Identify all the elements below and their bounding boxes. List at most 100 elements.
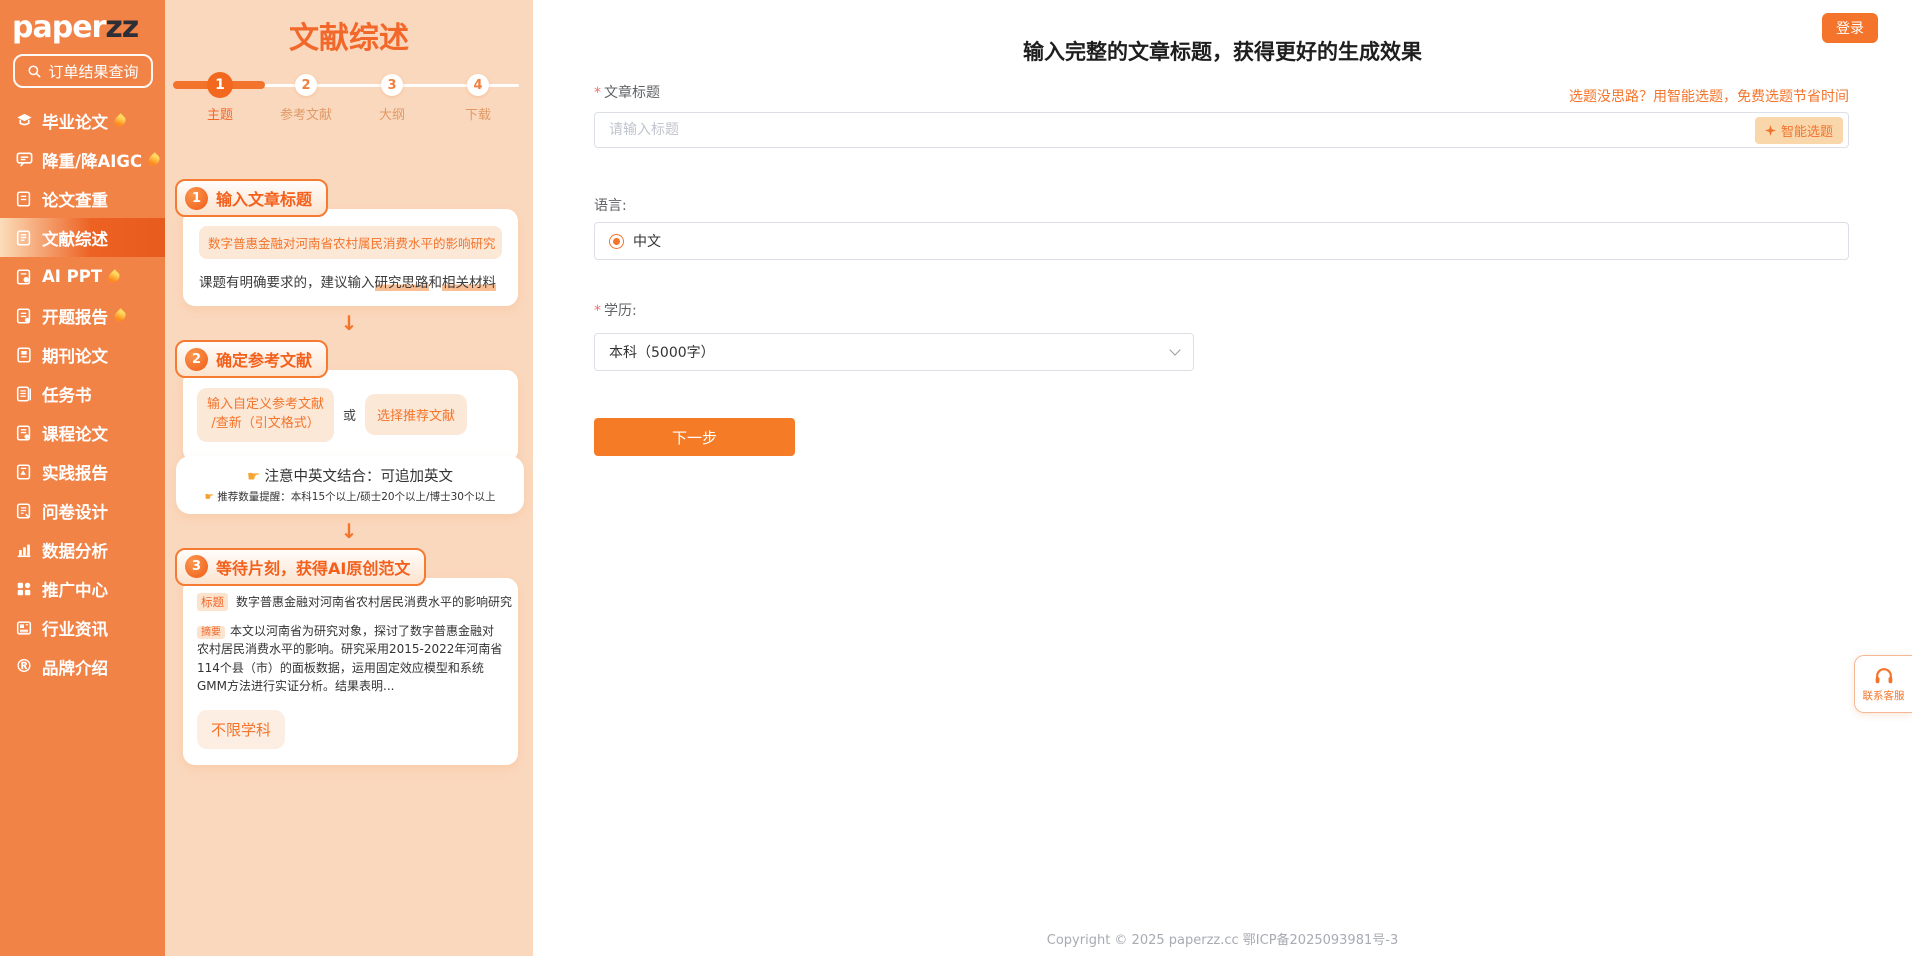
sidebar-item-reduce-aigc[interactable]: 降重/降AIGC xyxy=(0,140,165,179)
search-icon xyxy=(27,64,42,79)
guide-step3-badge: 3 等待片刻，获得AI原创范文 xyxy=(175,548,426,586)
tip-text: 课题有明确要求的，建议输入 xyxy=(199,275,375,291)
recommend-reference-button[interactable]: 选择推荐文献 xyxy=(365,394,467,435)
sidebar-item-proposal-report[interactable]: 开题报告 xyxy=(0,296,165,335)
document-check-icon xyxy=(14,189,34,209)
pointing-hand-icon: ☛ xyxy=(247,469,260,485)
step-label-4: 下载 xyxy=(465,104,491,123)
subject-button[interactable]: 不限学科 xyxy=(197,710,285,749)
sidebar-item-practice-report[interactable]: 实践报告 xyxy=(0,452,165,491)
step-label-3: 大纲 xyxy=(379,104,405,123)
step-circle-2[interactable]: 2 xyxy=(295,74,317,96)
sidebar-item-label: 数据分析 xyxy=(42,538,108,562)
fire-icon xyxy=(146,152,162,168)
order-result-search[interactable]: 订单结果查询 xyxy=(13,54,153,88)
bar-chart-icon xyxy=(14,540,34,560)
sidebar-item-label: 品牌介绍 xyxy=(42,655,108,679)
radio-selected-icon xyxy=(609,234,624,249)
title-input-wrap: 智能选题 xyxy=(594,112,1849,148)
custom-reference-line1: 输入自定义参考文献 xyxy=(207,396,324,415)
report-icon xyxy=(14,306,34,326)
sidebar-item-industry-news[interactable]: 行业资讯 xyxy=(0,608,165,647)
sidebar-item-label: 行业资讯 xyxy=(42,616,108,640)
step-label-1: 主题 xyxy=(207,104,233,123)
fire-icon xyxy=(112,113,128,129)
sidebar-item-label: 课程论文 xyxy=(42,421,108,445)
sidebar-item-label: 期刊论文 xyxy=(42,343,108,367)
sidebar-item-graduation-thesis[interactable]: 毕业论文 xyxy=(0,101,165,140)
practice-icon xyxy=(14,462,34,482)
sidebar-menu: 毕业论文 降重/降AIGC 论文查重 文献综述 AI PPT xyxy=(0,101,165,686)
registered-trademark-icon: ® xyxy=(14,657,34,677)
step-circle-4[interactable]: 4 xyxy=(467,74,489,96)
chat-icon xyxy=(14,150,34,170)
next-step-button[interactable]: 下一步 xyxy=(594,418,795,456)
custom-reference-line2: /查新（引文格式） xyxy=(207,415,324,434)
badge-text: 输入文章标题 xyxy=(216,186,312,210)
tip-highlight: 研究思路 xyxy=(375,275,429,291)
search-label: 订单结果查询 xyxy=(48,61,138,82)
sidebar-item-questionnaire-design[interactable]: 问卷设计 xyxy=(0,491,165,530)
degree-select[interactable]: 本科（5000字） xyxy=(594,333,1194,371)
brand-logo[interactable]: paperzz xyxy=(0,0,165,45)
page-heading: 输入完整的文章标题，获得更好的生成效果 xyxy=(533,36,1912,66)
note-text: 推荐数量提醒：本科15个以上/硕士20个以上/博士30个以上 xyxy=(217,491,495,503)
guide-step2-card: 输入自定义参考文献 /查新（引文格式） 或 选择推荐文献 xyxy=(183,370,518,462)
copyright-footer: Copyright © 2025 paperzz.cc 鄂ICP备2025093… xyxy=(533,929,1912,948)
down-arrow-icon: ↓ xyxy=(165,521,533,541)
step-circle-1[interactable]: 1 xyxy=(207,72,233,98)
sidebar-item-course-paper[interactable]: 课程论文 xyxy=(0,413,165,452)
logo-text-paper: paper xyxy=(12,10,105,45)
pointing-hand-icon: ☛ xyxy=(205,491,214,503)
sidebar-item-label: 实践报告 xyxy=(42,460,108,484)
sidebar-item-label: 论文查重 xyxy=(42,187,108,211)
guide-step2-badge: 2 确定参考文献 xyxy=(175,340,328,378)
sidebar-item-plagiarism-check[interactable]: 论文查重 xyxy=(0,179,165,218)
journal-icon xyxy=(14,345,34,365)
guide-step1-card: 数字普惠金融对河南省农村属民消费水平的影响研究 课题有明确要求的，建议输入研究思… xyxy=(183,209,518,306)
guide-step1-badge: 1 输入文章标题 xyxy=(175,179,328,217)
sample-title-text: 数字普惠金融对河南省农村居民消费水平的影响研究 xyxy=(236,593,512,610)
title-input[interactable] xyxy=(595,113,1848,147)
fire-icon xyxy=(112,308,128,324)
sidebar-item-label: 毕业论文 xyxy=(42,109,108,133)
contact-support-widget[interactable]: 联系客服 xyxy=(1854,655,1912,713)
grid-icon xyxy=(14,579,34,599)
sidebar-item-ai-ppt[interactable]: AI PPT xyxy=(0,257,165,296)
sidebar-item-label: 任务书 xyxy=(42,382,92,406)
step-label-2: 参考文献 xyxy=(280,104,332,123)
note-text: 注意中英文结合：可追加英文 xyxy=(265,469,454,485)
sidebar-item-journal-paper[interactable]: 期刊论文 xyxy=(0,335,165,374)
language-option-label: 中文 xyxy=(633,231,661,251)
headset-icon xyxy=(1873,666,1895,686)
sidebar: paperzz 订单结果查询 毕业论文 降重/降AIGC 论文查重 文 xyxy=(0,0,165,956)
sidebar-item-task-book[interactable]: 任务书 xyxy=(0,374,165,413)
sidebar-item-data-analysis[interactable]: 数据分析 xyxy=(0,530,165,569)
badge-number: 2 xyxy=(185,348,208,371)
step-circle-3[interactable]: 3 xyxy=(381,74,403,96)
smart-topic-button[interactable]: 智能选题 xyxy=(1755,117,1843,144)
tip-highlight: 相关材料 xyxy=(442,275,496,291)
sidebar-item-label: 推广中心 xyxy=(42,577,108,601)
language-option-chinese[interactable]: 中文 xyxy=(594,222,1849,260)
sidebar-item-label: 开题报告 xyxy=(42,304,108,328)
smart-topic-button-label: 智能选题 xyxy=(1781,121,1833,140)
support-label: 联系客服 xyxy=(1863,688,1905,703)
sidebar-item-brand-intro[interactable]: ® 品牌介绍 xyxy=(0,647,165,686)
smart-topic-link[interactable]: 选题没思路？用智能选题，免费选题节省时间 xyxy=(1569,86,1849,106)
badge-number: 1 xyxy=(185,187,208,210)
or-word: 或 xyxy=(343,405,356,424)
step-indicator: 1 2 3 4 主题 参考文献 大纲 下载 xyxy=(165,60,533,130)
logo-text-zz: zz xyxy=(105,10,138,45)
wizard-panel: 文献综述 1 2 3 4 主题 参考文献 大纲 下载 1 输入文章标题 数字普惠… xyxy=(165,0,533,956)
custom-reference-button[interactable]: 输入自定义参考文献 /查新（引文格式） xyxy=(197,388,334,442)
sidebar-item-literature-review[interactable]: 文献综述 xyxy=(0,218,165,257)
ppt-icon xyxy=(14,267,34,287)
sidebar-item-label: 降重/降AIGC xyxy=(42,148,142,172)
sidebar-item-label: 问卷设计 xyxy=(42,499,108,523)
sidebar-item-promotion-center[interactable]: 推广中心 xyxy=(0,569,165,608)
example-title-pill: 数字普惠金融对河南省农村属民消费水平的影响研究 xyxy=(199,226,502,259)
title-tag: 标题 xyxy=(197,593,228,611)
literature-icon xyxy=(14,228,34,248)
language-label: 语言: xyxy=(594,195,627,215)
